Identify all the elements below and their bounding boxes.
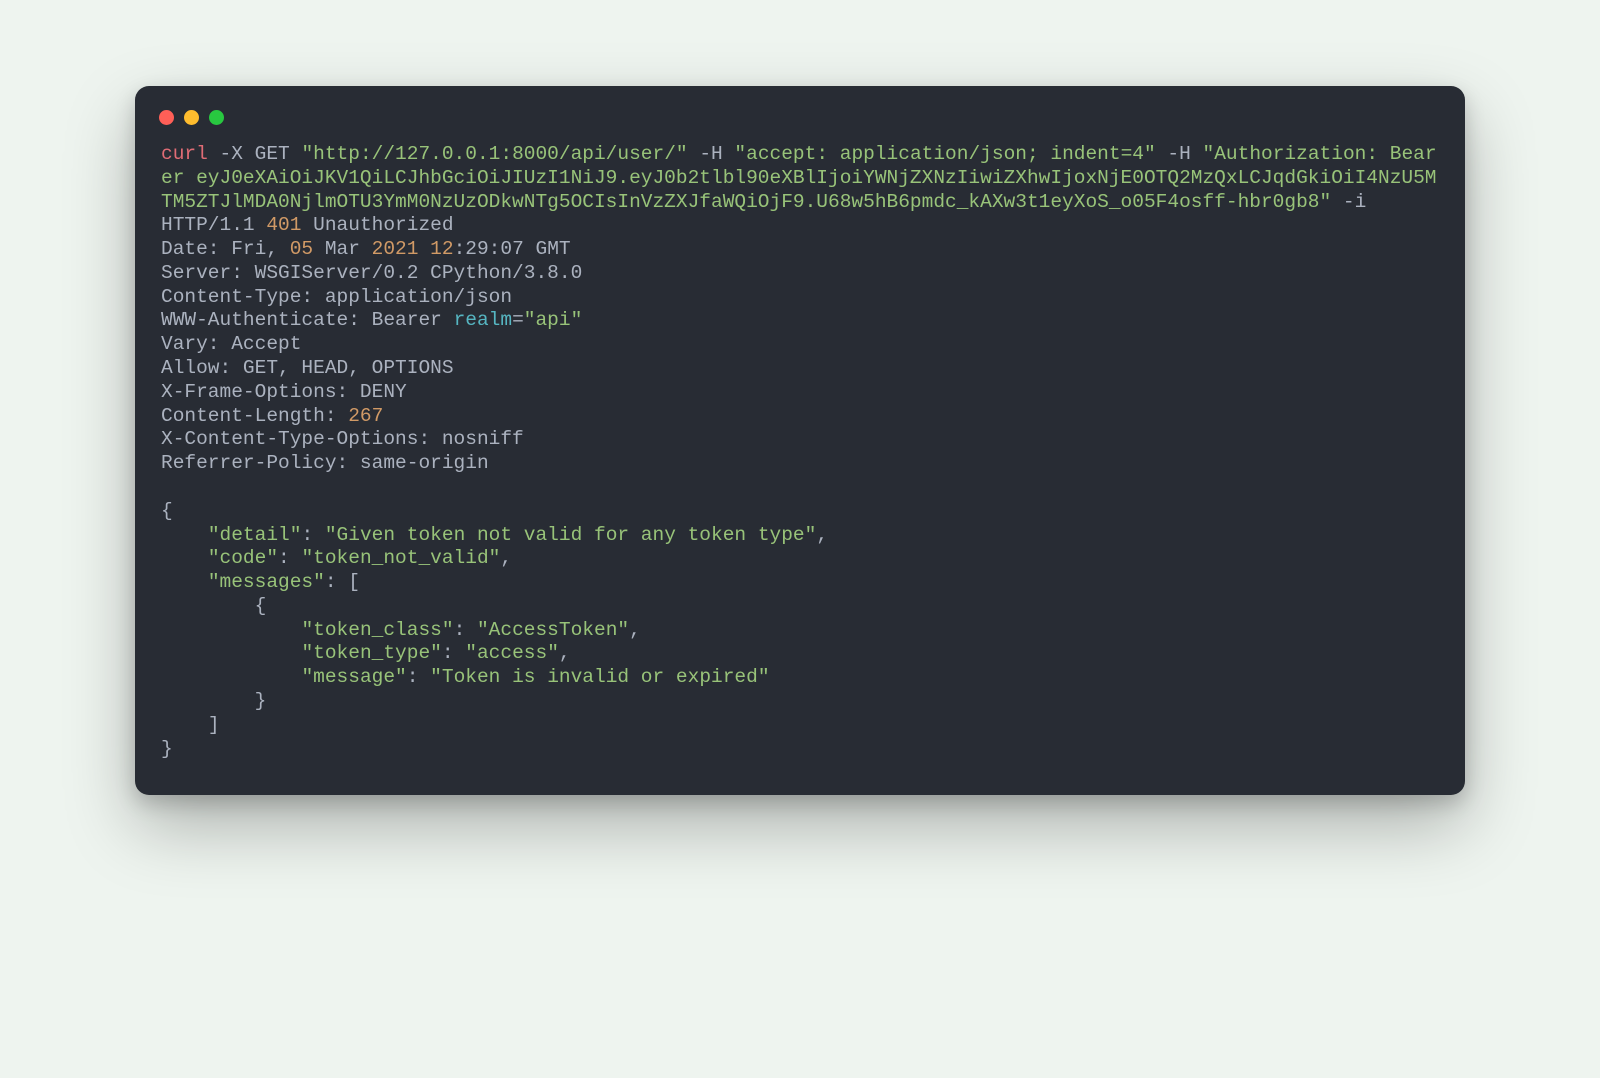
json-val-detail: "Given token not valid for any token typ… <box>325 524 816 546</box>
window-controls <box>157 108 1443 143</box>
json-brace-close: } <box>161 738 173 760</box>
vary-header: Vary: Accept <box>161 333 301 355</box>
www-auth-realm-key: realm <box>454 309 513 331</box>
json-array-close: ] <box>161 714 220 736</box>
date-sp <box>418 238 430 260</box>
h-flag-2: -H <box>1167 143 1190 165</box>
content-length-prefix: Content-Length: <box>161 405 348 427</box>
content-type-header: Content-Type: application/json <box>161 286 512 308</box>
window-close-icon[interactable] <box>159 110 174 125</box>
terminal-output: curl -X GET "http://127.0.0.1:8000/api/u… <box>157 143 1443 761</box>
allow-header: Allow: GET, HEAD, OPTIONS <box>161 357 454 379</box>
terminal-window: curl -X GET "http://127.0.0.1:8000/api/u… <box>135 86 1465 795</box>
json-inner-brace-open: { <box>161 595 266 617</box>
referrer-policy-header: Referrer-Policy: same-origin <box>161 452 489 474</box>
www-auth-realm-val: "api" <box>524 309 583 331</box>
h-flag-1: -H <box>699 143 722 165</box>
json-key-token-class: "token_class" <box>301 619 453 641</box>
status-proto: HTTP/1.1 <box>161 214 266 236</box>
www-auth-eq: = <box>512 309 524 331</box>
json-key-detail: "detail" <box>208 524 302 546</box>
server-header: Server: WSGIServer/0.2 CPython/3.8.0 <box>161 262 582 284</box>
curl-command: curl <box>161 143 208 165</box>
status-code: 401 <box>266 214 301 236</box>
json-brace-open: { <box>161 500 173 522</box>
date-day: 05 <box>290 238 313 260</box>
json-val-token-class: "AccessToken" <box>477 619 629 641</box>
x-flag: -X <box>220 143 243 165</box>
json-key-message: "message" <box>301 666 406 688</box>
json-val-message: "Token is invalid or expired" <box>430 666 769 688</box>
stage: curl -X GET "http://127.0.0.1:8000/api/u… <box>0 0 1600 1078</box>
json-key-token-type: "token_type" <box>301 642 441 664</box>
date-mid: Mar <box>313 238 372 260</box>
window-minimize-icon[interactable] <box>184 110 199 125</box>
request-url: "http://127.0.0.1:8000/api/user/" <box>301 143 687 165</box>
accept-header: "accept: application/json; indent=4" <box>734 143 1155 165</box>
i-flag: -i <box>1343 191 1366 213</box>
http-method: GET <box>255 143 290 165</box>
json-val-code: "token_not_valid" <box>301 547 500 569</box>
www-auth-prefix: WWW-Authenticate: Bearer <box>161 309 454 331</box>
date-year: 2021 <box>372 238 419 260</box>
content-length-value: 267 <box>348 405 383 427</box>
x-content-type-options-header: X-Content-Type-Options: nosniff <box>161 428 524 450</box>
status-text: Unauthorized <box>301 214 453 236</box>
date-rest: :29:07 GMT <box>454 238 571 260</box>
json-key-code: "code" <box>208 547 278 569</box>
window-zoom-icon[interactable] <box>209 110 224 125</box>
json-key-messages: "messages" <box>208 571 325 593</box>
date-hour: 12 <box>430 238 453 260</box>
json-inner-brace-close: } <box>161 690 266 712</box>
x-frame-options-header: X-Frame-Options: DENY <box>161 381 407 403</box>
json-val-token-type: "access" <box>465 642 559 664</box>
date-prefix: Date: Fri, <box>161 238 290 260</box>
